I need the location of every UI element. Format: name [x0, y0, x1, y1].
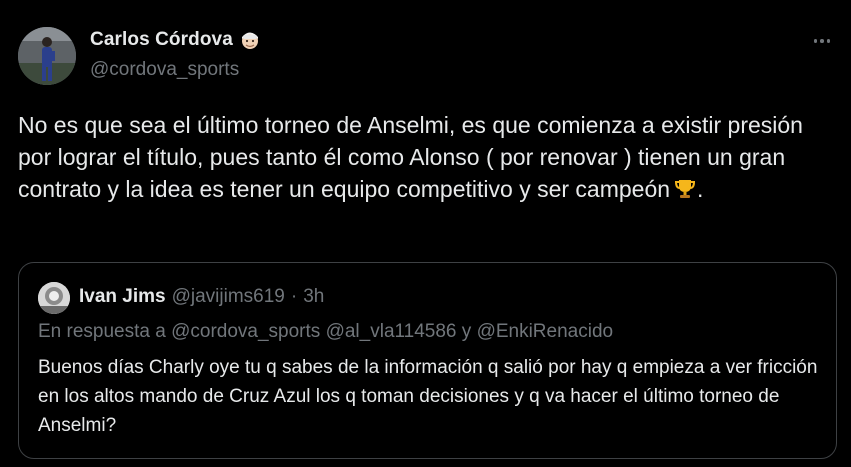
quoted-author-avatar-image — [38, 282, 70, 314]
quoted-author-name[interactable]: Ivan Jims — [79, 286, 166, 308]
quoted-tweet-text: Buenos días Charly oye tu q sabes de la … — [38, 357, 818, 436]
man-face-emoji-icon — [239, 29, 261, 51]
author-avatar-image — [18, 27, 76, 85]
reply-mention-3[interactable]: @EnkiRenacido — [477, 321, 614, 342]
author-handle[interactable]: @cordova_sports — [90, 59, 239, 81]
more-horizontal-icon — [813, 39, 818, 43]
reply-joiner: y — [461, 321, 472, 342]
tweet: Carlos Córdova @cordova_sports No es que… — [0, 0, 851, 467]
quoted-author-handle[interactable]: @javijims619 — [172, 286, 285, 308]
more-options-button[interactable] — [807, 28, 837, 54]
quoted-tweet-card[interactable]: Ivan Jims @javijims619 · 3h En respuesta… — [18, 262, 837, 459]
quoted-tweet-header: Ivan Jims @javijims619 · 3h — [79, 286, 324, 308]
quoted-author-avatar[interactable] — [38, 282, 70, 314]
reply-prefix: En respuesta a — [38, 321, 166, 342]
quoted-tweet-time[interactable]: 3h — [303, 286, 324, 308]
trophy-emoji-icon — [673, 177, 697, 201]
tweet-text-suffix: . — [697, 176, 704, 202]
reply-context: En respuesta a @cordova_sports @al_vla11… — [38, 321, 613, 343]
reply-mention-1[interactable]: @cordova_sports — [171, 321, 320, 342]
tweet-text: No es que sea el último torneo de Anselm… — [18, 109, 838, 205]
author-avatar[interactable] — [18, 27, 76, 85]
reply-mention-2[interactable]: @al_vla114586 — [326, 321, 457, 342]
author-name-row[interactable]: Carlos Córdova — [90, 29, 261, 51]
header-separator: · — [290, 286, 298, 307]
author-name[interactable]: Carlos Córdova — [90, 29, 233, 51]
